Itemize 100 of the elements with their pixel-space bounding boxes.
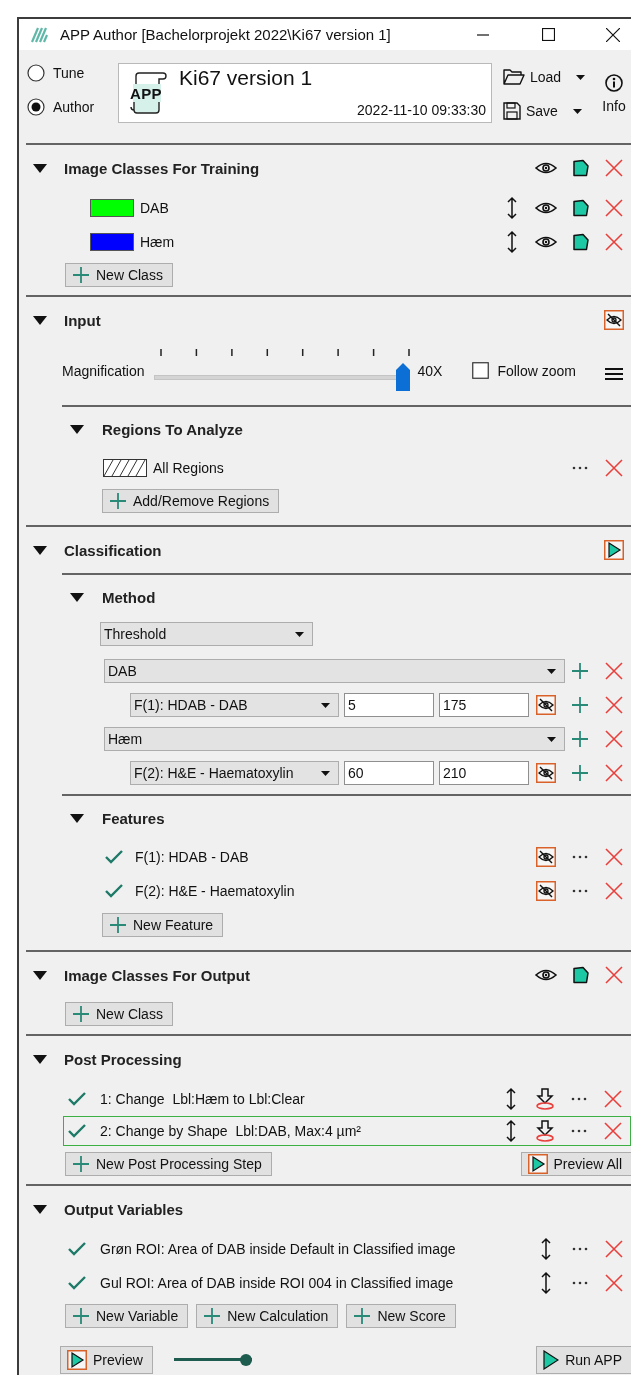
- hidden-eye-icon[interactable]: [604, 310, 624, 330]
- load-button[interactable]: Load: [503, 67, 591, 87]
- slider-thumb[interactable]: [239, 1353, 252, 1366]
- cross-icon[interactable]: [605, 764, 623, 782]
- add-button[interactable]: New Calculation: [196, 1304, 339, 1328]
- eye-icon[interactable]: [535, 235, 557, 249]
- caret-icon[interactable]: [33, 315, 47, 325]
- more-icon[interactable]: [572, 466, 588, 470]
- plus-icon[interactable]: [203, 1307, 222, 1325]
- pentagon-icon[interactable]: [571, 233, 589, 251]
- up-down-arrow-icon[interactable]: [506, 230, 518, 254]
- hidden-eye-icon[interactable]: [536, 695, 556, 715]
- dropdown[interactable]: Hæm: [104, 727, 565, 751]
- cross-icon[interactable]: [604, 1122, 622, 1140]
- plus-icon[interactable]: [72, 1307, 90, 1325]
- more-icon[interactable]: [572, 1281, 588, 1285]
- plus-icon[interactable]: [571, 764, 589, 782]
- plus-icon[interactable]: [72, 266, 90, 284]
- add-button[interactable]: New Class: [65, 263, 173, 287]
- eye-icon[interactable]: [535, 161, 557, 175]
- number-field[interactable]: 60: [344, 761, 434, 785]
- add-button[interactable]: New Feature: [102, 913, 224, 937]
- cross-icon[interactable]: [605, 696, 623, 714]
- slider-track[interactable]: [153, 363, 410, 391]
- plus-icon[interactable]: [109, 916, 127, 934]
- preview-button[interactable]: Preview: [60, 1345, 153, 1374]
- up-down-arrow-icon[interactable]: [540, 1271, 552, 1295]
- caret-icon[interactable]: [70, 813, 84, 823]
- add-button[interactable]: New Class: [65, 1002, 173, 1026]
- plus-icon[interactable]: [571, 730, 589, 748]
- run-button[interactable]: Run APP: [536, 1345, 631, 1374]
- play-icon[interactable]: [527, 1154, 548, 1174]
- number-field[interactable]: 175: [439, 693, 529, 717]
- plus-icon[interactable]: [353, 1307, 372, 1325]
- pentagon-icon[interactable]: [571, 199, 589, 217]
- radio-button[interactable]: [27, 98, 45, 116]
- cross-icon[interactable]: [605, 233, 623, 251]
- plus-icon[interactable]: [571, 696, 589, 714]
- pentagon-icon[interactable]: [571, 966, 589, 984]
- add-button[interactable]: New Post Processing Step: [65, 1152, 272, 1176]
- cross-icon[interactable]: [605, 966, 623, 984]
- dropdown[interactable]: F(2): H&E - Haematoxylin: [130, 761, 339, 785]
- dropdown[interactable]: F(1): HDAB - DAB: [130, 693, 339, 717]
- caret-icon[interactable]: [70, 424, 84, 434]
- up-down-arrow-icon[interactable]: [540, 1237, 552, 1261]
- preview-button[interactable]: Preview All: [520, 1152, 631, 1176]
- step-row[interactable]: 2: Change by Shape Lbl:DAB, Max:4 µm²: [63, 1116, 631, 1146]
- cross-icon[interactable]: [605, 662, 623, 680]
- slider-thumb[interactable]: [395, 363, 410, 391]
- cross-icon[interactable]: [604, 1090, 622, 1108]
- number-field[interactable]: 210: [439, 761, 529, 785]
- stamp-icon[interactable]: [535, 1088, 555, 1110]
- cross-icon[interactable]: [605, 848, 623, 866]
- info-button[interactable]: Info: [597, 50, 631, 143]
- cross-icon[interactable]: [605, 159, 623, 177]
- caret-icon[interactable]: [33, 1204, 47, 1214]
- eye-icon[interactable]: [535, 201, 557, 215]
- plus-icon[interactable]: [72, 1005, 90, 1023]
- play-icon[interactable]: [67, 1349, 87, 1370]
- pentagon-icon[interactable]: [571, 159, 589, 177]
- hidden-eye-icon[interactable]: [536, 763, 556, 783]
- caret-icon[interactable]: [33, 545, 47, 555]
- slider[interactable]: [173, 1353, 252, 1366]
- cross-icon[interactable]: [605, 882, 623, 900]
- more-icon[interactable]: [571, 1129, 587, 1133]
- dropdown[interactable]: Threshold: [100, 622, 313, 646]
- radio-button[interactable]: [27, 64, 45, 82]
- caret-icon[interactable]: [33, 163, 47, 173]
- add-button[interactable]: New Score: [346, 1304, 456, 1328]
- add-button[interactable]: New Variable: [65, 1304, 189, 1328]
- more-icon[interactable]: [572, 889, 588, 893]
- caret-icon[interactable]: [33, 970, 47, 980]
- eye-icon[interactable]: [535, 968, 557, 982]
- caret-icon[interactable]: [33, 1054, 47, 1064]
- checkbox[interactable]: [472, 362, 490, 379]
- cross-icon[interactable]: [605, 199, 623, 217]
- play-icon[interactable]: [604, 540, 624, 560]
- plus-icon[interactable]: [109, 492, 127, 510]
- cross-icon[interactable]: [605, 1240, 623, 1258]
- cross-icon[interactable]: [605, 730, 623, 748]
- hidden-eye-icon[interactable]: [536, 881, 556, 901]
- menu-icon[interactable]: [605, 367, 623, 381]
- step-row[interactable]: 1: Change Lbl:Hæm to Lbl:Clear: [63, 1084, 631, 1114]
- up-down-arrow-icon[interactable]: [505, 1119, 517, 1143]
- save-button[interactable]: Save: [503, 101, 591, 121]
- number-field[interactable]: 5: [344, 693, 434, 717]
- up-down-arrow-icon[interactable]: [505, 1087, 517, 1111]
- dropdown[interactable]: DAB: [104, 659, 565, 683]
- hidden-eye-icon[interactable]: [536, 847, 556, 867]
- add-button[interactable]: Add/Remove Regions: [102, 489, 280, 513]
- more-icon[interactable]: [571, 1097, 587, 1101]
- stamp-icon[interactable]: [535, 1120, 555, 1142]
- plus-icon[interactable]: [72, 1155, 90, 1173]
- more-icon[interactable]: [572, 855, 588, 859]
- caret-icon[interactable]: [70, 592, 84, 602]
- up-down-arrow-icon[interactable]: [506, 196, 518, 220]
- cross-icon[interactable]: [605, 1274, 623, 1292]
- more-icon[interactable]: [572, 1247, 588, 1251]
- plus-icon[interactable]: [571, 662, 589, 680]
- cross-icon[interactable]: [605, 459, 623, 477]
